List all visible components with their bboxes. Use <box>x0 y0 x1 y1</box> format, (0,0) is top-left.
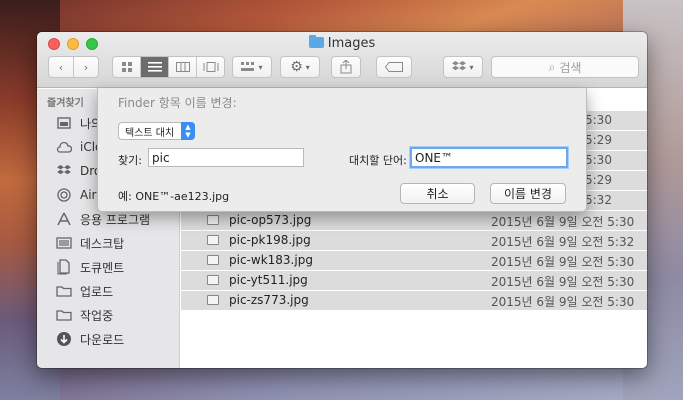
window-title: Images <box>37 35 647 51</box>
list-view-button[interactable] <box>141 57 169 77</box>
replace-label: 대치할 단어: <box>349 154 407 167</box>
folder-icon <box>308 35 324 48</box>
sidebar-item-label: 작업중 <box>80 308 114 323</box>
dropbox-icon <box>452 61 467 71</box>
share-icon <box>340 60 352 74</box>
chevron-down-icon: ▾ <box>305 62 310 72</box>
sidebar-item-documents[interactable]: 도큐멘트 <box>37 255 180 279</box>
replace-input[interactable]: ONE™ <box>410 147 568 168</box>
column-view-button[interactable] <box>169 57 197 77</box>
rename-sheet-title: Finder 항목 이름 변경: <box>118 96 237 110</box>
list-icon <box>147 62 162 72</box>
title-bar: Images ‹ › ▾ ⚙ ▾ ▾ ⌕ 검색 <box>37 32 647 88</box>
table-row[interactable]: pic-zs773.jpg 2015년 6월 9일 오전 5:30 <box>181 291 647 310</box>
cancel-button[interactable]: 취소 <box>400 183 475 204</box>
sidebar-item-downloads[interactable]: 다운로드 <box>37 327 180 351</box>
gear-icon: ⚙ <box>290 59 303 75</box>
sidebar-item-label: 다운로드 <box>80 332 125 347</box>
search-field[interactable]: ⌕ 검색 <box>491 56 639 78</box>
sidebar-item-working[interactable]: 작업중 <box>37 303 180 327</box>
arrange-grid-icon <box>241 62 255 71</box>
search-placeholder: 검색 <box>559 60 582 75</box>
columns-icon <box>175 62 190 72</box>
action-button[interactable]: ⚙ ▾ <box>280 56 320 78</box>
search-icon: ⌕ <box>548 59 556 74</box>
documents-icon <box>56 259 72 275</box>
file-date: 5:29 <box>585 173 612 187</box>
rename-mode-value: 텍스트 대치 <box>125 127 175 139</box>
chevron-down-icon: ▾ <box>258 62 263 72</box>
table-row[interactable]: pic-yt511.jpg 2015년 6월 9일 오전 5:30 <box>181 271 647 290</box>
rename-sheet: Finder 항목 이름 변경: 텍스트 대치 ▲ ▼ 찾기: pic 대치할 단… <box>97 88 587 212</box>
chevron-right-icon: › <box>83 60 89 74</box>
sidebar-heading: 즐겨찾기 <box>47 98 84 109</box>
sidebar-item-label: 데스크탑 <box>80 236 125 251</box>
chevron-down-icon: ▾ <box>469 62 474 72</box>
find-label: 찾기: <box>118 154 142 167</box>
dropbox-button[interactable]: ▾ <box>443 56 483 78</box>
back-button[interactable]: ‹ <box>49 57 74 77</box>
sidebar-item-desktop[interactable]: 데스크탑 <box>37 231 180 255</box>
sidebar-item-label: 도큐멘트 <box>80 260 125 275</box>
file-name: pic-op573.jpg <box>229 213 312 227</box>
airdrop-icon <box>56 187 72 203</box>
updown-arrows-icon: ▲ ▼ <box>181 122 195 140</box>
tag-icon <box>385 62 403 72</box>
file-date: 2015년 6월 9일 오전 5:32 <box>491 235 635 249</box>
image-file-icon <box>207 295 219 305</box>
file-date: 2015년 6월 9일 오전 5:30 <box>491 255 635 269</box>
file-date: 5:32 <box>585 193 612 207</box>
rename-button[interactable]: 이름 변경 <box>490 183 566 204</box>
file-date: 2015년 6월 9일 오전 5:30 <box>491 295 635 309</box>
share-button[interactable] <box>331 56 361 78</box>
sidebar-item-label: 응용 프로그램 <box>80 212 151 227</box>
chevron-left-icon: ‹ <box>58 60 64 74</box>
table-row[interactable]: pic-pk198.jpg 2015년 6월 9일 오전 5:32 <box>181 231 647 250</box>
rename-example: 예: ONE™-ae123.jpg <box>118 190 230 203</box>
icon-view-button[interactable] <box>113 57 141 77</box>
file-name: pic-wk183.jpg <box>229 253 313 267</box>
window-title-text: Images <box>327 36 376 51</box>
coverflow-view-button[interactable] <box>197 57 224 77</box>
file-name: pic-pk198.jpg <box>229 233 311 247</box>
sidebar-item-label: 업로드 <box>80 284 114 299</box>
applications-icon <box>56 211 72 227</box>
arrange-button[interactable]: ▾ <box>232 56 272 78</box>
image-file-icon <box>207 215 219 225</box>
find-input-value: pic <box>152 150 170 165</box>
cloud-icon <box>56 139 72 155</box>
sidebar-item-upload[interactable]: 업로드 <box>37 279 180 303</box>
downloads-icon <box>56 331 72 347</box>
forward-button[interactable]: › <box>74 57 98 77</box>
rename-mode-select[interactable]: 텍스트 대치 ▲ ▼ <box>118 122 195 140</box>
file-date: 5:29 <box>585 133 612 147</box>
image-file-icon <box>207 275 219 285</box>
table-row[interactable]: pic-op573.jpg 2015년 6월 9일 오전 5:30 <box>181 211 647 230</box>
file-date: 5:30 <box>585 153 612 167</box>
folder-icon <box>56 307 72 323</box>
icon-grid-icon <box>121 62 132 72</box>
file-name: pic-yt511.jpg <box>229 273 308 287</box>
file-date: 2015년 6월 9일 오전 5:30 <box>491 275 635 289</box>
all-files-icon <box>56 115 72 131</box>
coverflow-icon <box>203 62 218 72</box>
image-file-icon <box>207 255 219 265</box>
dropbox-icon <box>56 163 72 179</box>
file-date: 2015년 6월 9일 오전 5:30 <box>491 215 635 229</box>
file-date: 5:30 <box>585 113 612 127</box>
image-file-icon <box>207 235 219 245</box>
tags-button[interactable] <box>376 56 412 78</box>
replace-input-value: ONE™ <box>415 150 454 165</box>
navigation-buttons: ‹ › <box>48 56 99 78</box>
view-mode-selector <box>112 56 225 78</box>
table-row[interactable]: pic-wk183.jpg 2015년 6월 9일 오전 5:30 <box>181 251 647 270</box>
find-input[interactable]: pic <box>148 148 304 167</box>
folder-icon <box>56 283 72 299</box>
desktop-icon <box>56 235 72 251</box>
file-name: pic-zs773.jpg <box>229 293 309 307</box>
